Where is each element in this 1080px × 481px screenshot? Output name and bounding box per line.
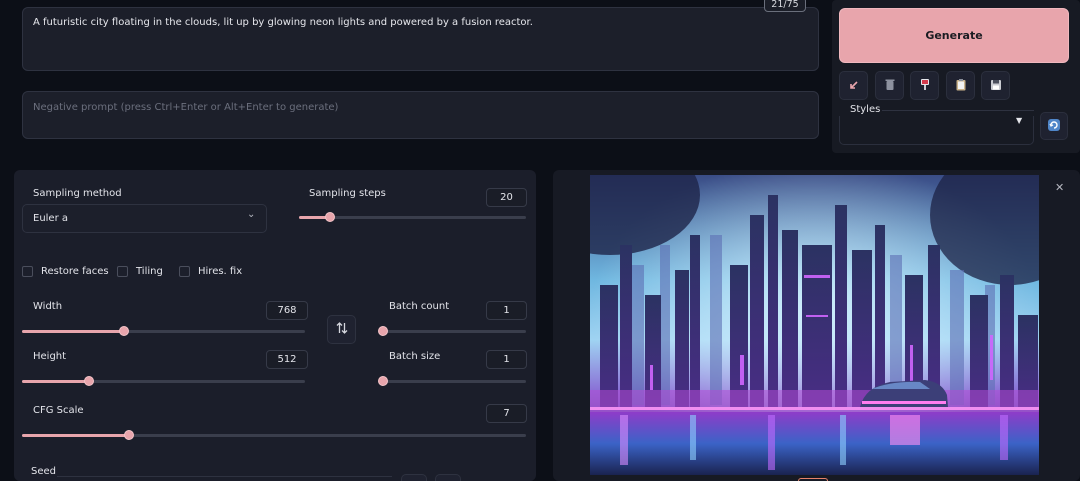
negative-prompt-textarea[interactable]: Negative prompt (press Ctrl+Enter or Alt…: [22, 91, 819, 139]
tiling-label: Tiling: [136, 266, 163, 277]
sampling-steps-thumb[interactable]: [325, 212, 335, 222]
batch-count-label: Batch count: [389, 301, 450, 312]
hires-fix-label: Hires. fix: [198, 266, 243, 277]
sampling-method-label: Sampling method: [33, 188, 122, 199]
read-params-button[interactable]: [839, 71, 868, 100]
styles-label: Styles: [850, 104, 881, 115]
token-counter: 21/75: [764, 0, 806, 12]
cfg-scale-label: CFG Scale: [33, 405, 84, 416]
clipboard-icon: [955, 76, 967, 95]
generated-image[interactable]: [590, 175, 1039, 475]
random-seed-button[interactable]: [401, 474, 427, 481]
batch-size-input[interactable]: 1: [486, 350, 527, 369]
restore-faces-checkbox[interactable]: [22, 266, 33, 277]
batch-size-slider[interactable]: [382, 380, 526, 383]
cfg-scale-input[interactable]: 7: [486, 404, 527, 423]
width-thumb[interactable]: [119, 326, 129, 336]
paint-icon: [919, 76, 931, 95]
batch-size-thumb[interactable]: [378, 376, 388, 386]
batch-count-slider[interactable]: [382, 330, 526, 333]
sampling-method-dropdown[interactable]: Euler a: [22, 204, 267, 233]
sampling-steps-label: Sampling steps: [309, 188, 386, 199]
refresh-icon: [1047, 117, 1061, 136]
swap-dimensions-button[interactable]: [327, 315, 356, 344]
batch-size-label: Batch size: [389, 351, 441, 362]
caret-down-icon: ▼: [1016, 116, 1023, 125]
generate-button[interactable]: Generate: [839, 8, 1069, 63]
seed-label: Seed: [31, 466, 56, 477]
arrow-import-icon: [848, 76, 860, 95]
clear-prompt-button[interactable]: [875, 71, 904, 100]
seed-divider: [57, 476, 392, 477]
batch-count-thumb[interactable]: [378, 326, 388, 336]
restore-faces-label: Restore faces: [41, 266, 109, 277]
prompt-textarea[interactable]: A futuristic city floating in the clouds…: [22, 7, 819, 71]
sampling-method-value: Euler a: [33, 213, 69, 224]
negative-prompt-placeholder: Negative prompt (press Ctrl+Enter or Alt…: [33, 102, 339, 113]
width-fill: [22, 330, 124, 333]
height-fill: [22, 380, 88, 383]
height-thumb[interactable]: [84, 376, 94, 386]
cfg-scale-thumb[interactable]: [124, 430, 134, 440]
sampling-steps-input[interactable]: 20: [486, 188, 527, 207]
hires-fix-checkbox[interactable]: [179, 266, 190, 277]
refresh-styles-button[interactable]: [1040, 112, 1068, 140]
trash-icon: [884, 76, 896, 95]
width-input[interactable]: 768: [266, 301, 308, 320]
save-style-button[interactable]: [981, 71, 1010, 100]
swap-dimensions-icon: [335, 320, 349, 339]
styles-dropdown[interactable]: [839, 116, 1034, 145]
close-icon[interactable]: ✕: [1055, 181, 1064, 194]
paste-button[interactable]: [946, 71, 975, 100]
prompt-text: A futuristic city floating in the clouds…: [33, 17, 533, 28]
batch-count-input[interactable]: 1: [486, 301, 527, 320]
save-icon: [990, 76, 1002, 95]
apply-style-button[interactable]: [910, 71, 939, 100]
chevron-down-icon: ⌄: [247, 209, 256, 220]
tiling-checkbox[interactable]: [117, 266, 128, 277]
width-label: Width: [33, 301, 63, 312]
reuse-seed-button[interactable]: [435, 474, 461, 481]
cfg-scale-fill: [22, 434, 129, 437]
height-input[interactable]: 512: [266, 350, 308, 369]
height-label: Height: [33, 351, 67, 362]
styles-divider: [882, 110, 1034, 111]
